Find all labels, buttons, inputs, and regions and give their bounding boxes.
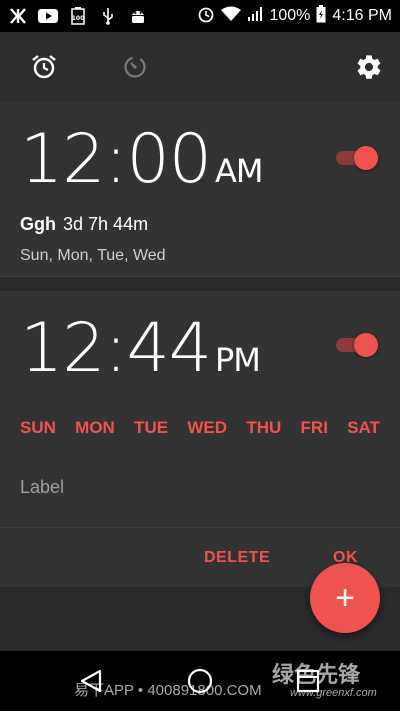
battery-100-icon: 100 — [68, 7, 88, 25]
alarm-item-expanded: 12:44 PM SUN MON TUE WED THU FRI SAT Labe… — [0, 291, 400, 587]
battery-charging-icon — [316, 4, 326, 28]
status-bar: 100 100% 4:16 PM — [0, 0, 400, 32]
label-field[interactable]: Label — [20, 477, 64, 498]
watermark-text: 易下APP • 400891800.COM — [74, 682, 262, 699]
notification-icons: 100 — [8, 7, 148, 25]
alarm-ampm: PM — [214, 341, 261, 379]
repeat-days: SUN MON TUE WED THU FRI SAT — [20, 418, 380, 438]
alarm-ampm: AM — [214, 152, 263, 190]
gear-icon — [357, 55, 381, 79]
add-alarm-button[interactable]: + — [310, 563, 380, 633]
day-mon[interactable]: MON — [75, 418, 115, 438]
toolbar — [0, 32, 400, 102]
alarm-item[interactable]: 12:00 AM Ggh 3d 7h 44m Sun, Mon, Tue, Wed — [0, 102, 400, 277]
day-tue[interactable]: TUE — [134, 418, 168, 438]
day-fri[interactable]: FRI — [301, 418, 328, 438]
delete-button[interactable]: DELETE — [204, 549, 270, 567]
k-icon — [8, 8, 28, 24]
usb-icon — [98, 8, 118, 25]
day-thu[interactable]: THU — [246, 418, 281, 438]
toggle-thumb — [354, 146, 378, 170]
signal-icon — [247, 6, 263, 27]
timer-icon — [124, 56, 146, 78]
day-sat[interactable]: SAT — [347, 418, 380, 438]
system-icons: 100% 4:16 PM — [197, 4, 392, 28]
alarm-summary: Ggh 3d 7h 44m — [20, 214, 148, 235]
wifi-icon — [221, 6, 242, 27]
alarm-time-value: 12:00 — [20, 120, 212, 199]
clock: 4:16 PM — [332, 7, 392, 24]
alarm-status-icon — [197, 5, 215, 28]
alarm-toggle[interactable] — [334, 333, 378, 357]
alarm-toggle[interactable] — [334, 146, 378, 170]
toggle-thumb — [354, 333, 378, 357]
settings-button[interactable] — [354, 52, 384, 82]
watermark-url: www.greenxf.com — [290, 687, 377, 699]
navigation-bar: 易下APP • 400891800.COM 绿色先锋 www.greenxf.c… — [0, 651, 400, 711]
divider — [0, 527, 400, 528]
plus-icon: + — [335, 578, 355, 617]
day-wed[interactable]: WED — [187, 418, 227, 438]
watermark-logo-text: 绿色先锋 — [272, 662, 361, 687]
tab-alarm[interactable] — [29, 52, 59, 82]
battery-percent: 100% — [269, 7, 311, 24]
alarm-label: Ggh — [20, 214, 56, 234]
alarm-days: Sun, Mon, Tue, Wed — [20, 247, 166, 264]
day-sun[interactable]: SUN — [20, 418, 56, 438]
alarm-time[interactable]: 12:00 AM — [20, 120, 263, 209]
alarm-time[interactable]: 12:44 PM — [20, 309, 261, 398]
tab-timer[interactable] — [120, 52, 150, 82]
android-debug-icon — [128, 8, 148, 24]
alarm-time-value: 12:44 — [20, 309, 212, 388]
svg-text:100: 100 — [72, 15, 85, 22]
alarm-remaining: 3d 7h 44m — [63, 214, 149, 234]
alarm-icon — [32, 55, 56, 79]
youtube-icon — [38, 8, 58, 24]
